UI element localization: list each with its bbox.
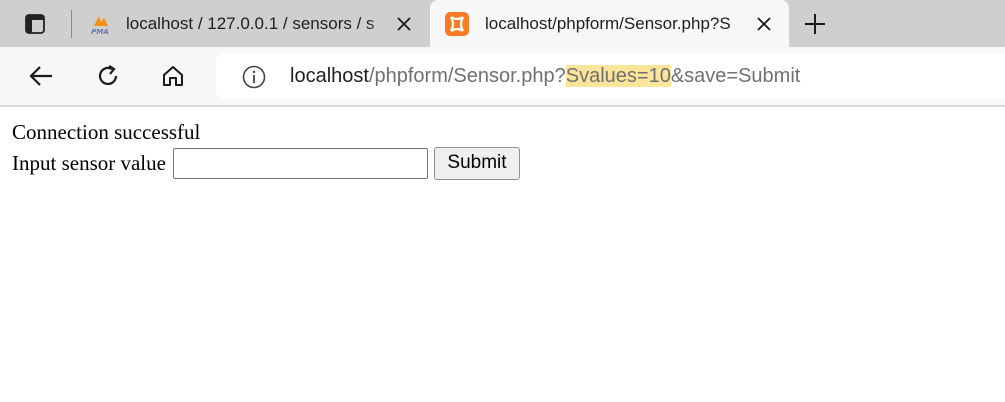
- tab-divider: [71, 10, 72, 38]
- home-icon: [163, 66, 183, 86]
- browser-toolbar: localhost/phpform/Sensor.php?Svalues=10&…: [0, 47, 1005, 107]
- connection-status: Connection successful: [12, 120, 201, 144]
- url-highlight: Svalues=10: [565, 65, 671, 87]
- page-content: Connection successful Input sensor value…: [12, 118, 520, 180]
- sensor-label: Input sensor value: [12, 151, 166, 175]
- close-icon: [397, 17, 411, 31]
- phpmyadmin-icon: PMA: [91, 16, 109, 36]
- tab-actions-button[interactable]: [20, 11, 50, 37]
- close-tab-button[interactable]: [753, 13, 775, 35]
- tab-sensor-form[interactable]: localhost/phpform/Sensor.php?S: [430, 0, 789, 48]
- url-rest: &save=Submit: [670, 65, 801, 87]
- url-text[interactable]: localhost/phpform/Sensor.php?Svalues=10&…: [290, 62, 800, 90]
- info-icon[interactable]: [241, 64, 267, 90]
- address-bar[interactable]: localhost/phpform/Sensor.php?Svalues=10&…: [216, 53, 1005, 99]
- submit-button[interactable]: Submit: [433, 146, 520, 180]
- back-button[interactable]: [25, 60, 57, 92]
- back-arrow-icon: [29, 66, 52, 86]
- tab-title: localhost/phpform/Sensor.php?S: [485, 12, 749, 36]
- close-tab-button[interactable]: [393, 13, 415, 35]
- home-button[interactable]: [157, 60, 189, 92]
- url-path: /phpform/Sensor.php?: [368, 65, 566, 87]
- reload-icon: [98, 65, 118, 85]
- reload-button[interactable]: [92, 60, 124, 92]
- sensor-value-input[interactable]: [172, 147, 428, 179]
- tab-phpmyadmin[interactable]: PMA localhost / 127.0.0.1 / sensors / s: [76, 0, 426, 47]
- sensor-form: Input sensor value Submit: [12, 146, 520, 180]
- tab-strip: PMA localhost / 127.0.0.1 / sensors / s …: [0, 0, 1005, 48]
- tab-actions-icon: [25, 14, 45, 34]
- url-host: localhost: [290, 65, 369, 87]
- tab-title: localhost / 127.0.0.1 / sensors / s: [126, 12, 388, 36]
- new-tab-button[interactable]: [801, 10, 829, 38]
- svg-text:PMA: PMA: [91, 28, 109, 36]
- plus-icon: [805, 14, 825, 34]
- xampp-icon: [445, 12, 469, 36]
- close-icon: [757, 17, 771, 31]
